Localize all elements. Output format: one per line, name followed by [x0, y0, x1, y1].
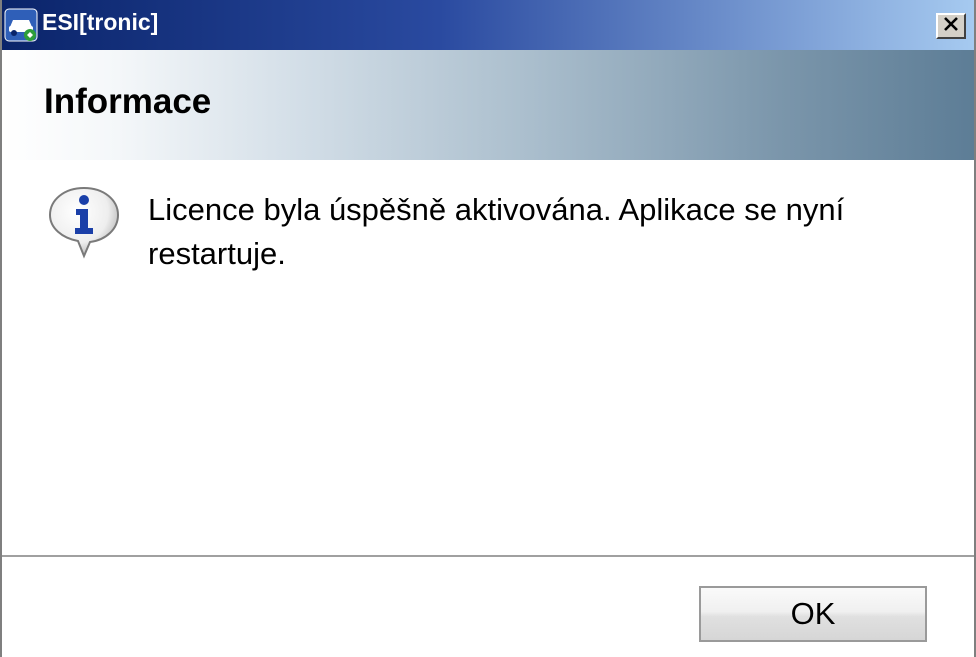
- info-icon: [44, 184, 126, 266]
- title-bar[interactable]: ESI[tronic]: [2, 0, 974, 50]
- message-text: Licence byla úspěšně aktivována. Aplikac…: [148, 192, 845, 271]
- close-button[interactable]: [936, 13, 966, 39]
- close-icon: [943, 16, 959, 36]
- window-title: ESI[tronic]: [42, 9, 159, 35]
- dialog-window: ESI[tronic] Informace Licence byla úspěš…: [0, 0, 976, 657]
- car-icon: [4, 8, 38, 42]
- dialog-heading: Informace: [44, 82, 212, 121]
- ok-button[interactable]: OK: [699, 586, 927, 642]
- button-area-divider: [2, 555, 974, 557]
